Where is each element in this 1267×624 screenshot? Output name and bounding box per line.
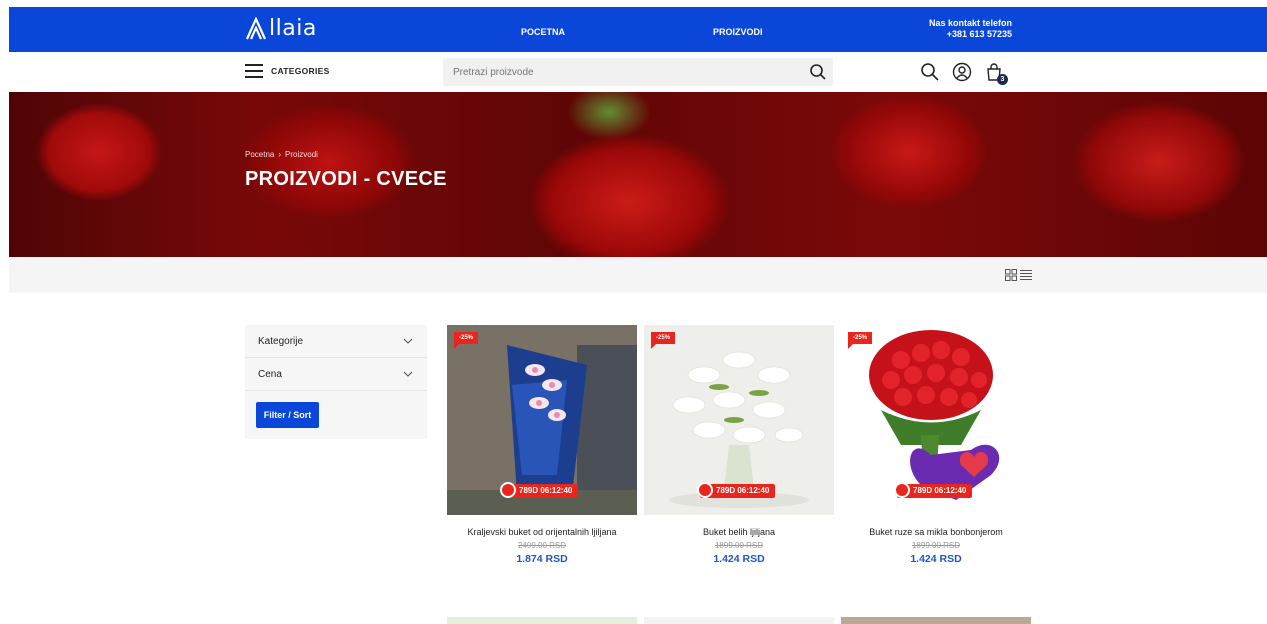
product-image[interactable]: -25% 789D 06:12:40 <box>841 325 1031 515</box>
clock-icon <box>697 482 713 498</box>
product-card[interactable]: -25% 789D 06:12:40 Buket belih ljiljana … <box>644 325 834 565</box>
product-name[interactable]: Buket ruze sa mikla bonbonjerom <box>841 527 1031 537</box>
price: 1.424 RSD <box>713 553 765 565</box>
logo-text: llaia <box>269 16 317 41</box>
list-view-icon[interactable] <box>1020 269 1032 281</box>
breadcrumb-current[interactable]: Proizvodi <box>285 150 318 159</box>
categories-label: CATEGORIES <box>271 66 330 76</box>
grid-view-icon[interactable] <box>1005 269 1017 281</box>
filter-kategorije[interactable]: Kategorije <box>245 325 427 358</box>
top-bar: llaia POCETNA PROIZVODI Nas kontakt tele… <box>9 7 1267 52</box>
cart-count-badge: 3 <box>997 74 1008 85</box>
breadcrumb-home[interactable]: Pocetna <box>245 150 274 159</box>
countdown-timer: 789D 06:12:40 <box>697 482 776 498</box>
product-card[interactable]: -25% 789D 06:12:40 Kraljevski buket od o… <box>447 325 637 565</box>
product-card-partial[interactable] <box>644 617 834 624</box>
contact-label: Nas kontakt telefon <box>929 18 1013 28</box>
search-input[interactable] <box>443 58 803 86</box>
old-price: 1899.00 RSD <box>911 541 961 550</box>
discount-badge: -25% <box>651 332 676 349</box>
breadcrumb-separator: › <box>278 150 282 159</box>
filter-label: Kategorije <box>258 335 304 347</box>
contact-phone[interactable]: +381 613 57235 <box>929 29 1012 40</box>
timer-text: 789D 06:12:40 <box>519 486 573 495</box>
cart-icon[interactable]: 3 <box>984 62 1008 85</box>
filter-sidebar: Kategorije Cena Filter / Sort <box>245 325 427 439</box>
filter-sort-button[interactable]: Filter / Sort <box>256 402 319 428</box>
old-price: 1899.00 RSD <box>714 541 764 550</box>
hero-banner: Pocetna › Proizvodi PROIZVODI - CVECE <box>9 92 1267 257</box>
breadcrumb: Pocetna › Proizvodi <box>245 150 318 159</box>
header-search-icon[interactable] <box>920 62 940 82</box>
chevron-down-icon <box>403 371 413 377</box>
view-toggle <box>1005 269 1032 281</box>
timer-text: 789D 06:12:40 <box>716 486 770 495</box>
product-card[interactable]: -25% 789D 06:12:40 Buket ruze sa mikla b… <box>841 325 1031 565</box>
product-card-partial[interactable] <box>841 617 1031 624</box>
price: 1.874 RSD <box>516 553 568 565</box>
filter-label: Cena <box>258 368 282 380</box>
product-image[interactable]: -25% 789D 06:12:40 <box>447 325 637 515</box>
timer-text: 789D 06:12:40 <box>913 486 967 495</box>
product-image[interactable]: -25% 789D 06:12:40 <box>644 325 834 515</box>
chevron-down-icon <box>403 338 413 344</box>
clock-icon <box>894 482 910 498</box>
logo-icon <box>245 16 267 39</box>
categories-button[interactable]: CATEGORIES <box>245 64 330 78</box>
discount-badge: -25% <box>454 332 479 349</box>
clock-icon <box>500 482 516 498</box>
filter-cena[interactable]: Cena <box>245 358 427 391</box>
page-title: PROIZVODI - CVECE <box>245 168 447 190</box>
sub-header: CATEGORIES 3 <box>9 52 1267 92</box>
header-icons: 3 <box>920 62 1008 85</box>
product-name[interactable]: Buket belih ljiljana <box>644 527 834 537</box>
hamburger-icon <box>245 64 263 78</box>
search-bar <box>443 58 833 86</box>
old-price: 2499.00 RSD <box>517 541 567 550</box>
product-card-partial[interactable] <box>447 617 637 624</box>
nav-pocetna[interactable]: POCETNA <box>521 27 565 37</box>
search-icon[interactable] <box>809 63 827 81</box>
countdown-timer: 789D 06:12:40 <box>894 482 973 498</box>
user-icon[interactable] <box>952 62 972 82</box>
countdown-timer: 789D 06:12:40 <box>500 482 579 498</box>
toolbar-strip <box>9 257 1267 293</box>
discount-badge: -25% <box>848 332 873 349</box>
contact-info: Nas kontakt telefon +381 613 57235 <box>929 18 1012 40</box>
nav-proizvodi[interactable]: PROIZVODI <box>713 27 763 37</box>
price: 1.424 RSD <box>910 553 962 565</box>
product-name[interactable]: Kraljevski buket od orijentalnih ljiljan… <box>447 527 637 537</box>
logo[interactable]: llaia <box>245 16 317 41</box>
